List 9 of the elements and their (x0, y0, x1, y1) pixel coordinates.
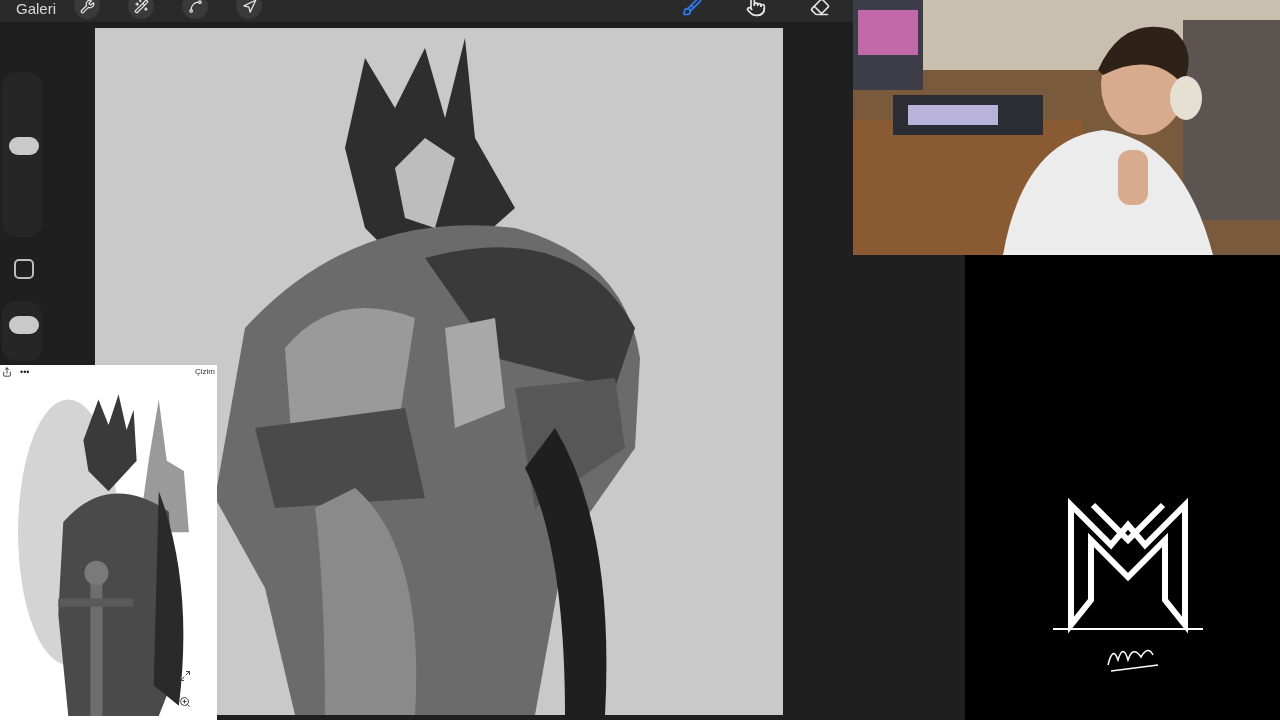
slider-thumb[interactable] (9, 316, 39, 334)
menu-dots[interactable]: ••• (20, 367, 30, 377)
gallery-button[interactable]: Galeri (16, 0, 56, 16)
share-icon[interactable] (2, 367, 12, 377)
wand-icon[interactable] (128, 0, 154, 19)
slider-thumb[interactable] (9, 137, 39, 156)
curve-icon[interactable] (182, 0, 208, 19)
square-button[interactable] (14, 259, 34, 279)
wrench-icon[interactable] (74, 0, 100, 19)
